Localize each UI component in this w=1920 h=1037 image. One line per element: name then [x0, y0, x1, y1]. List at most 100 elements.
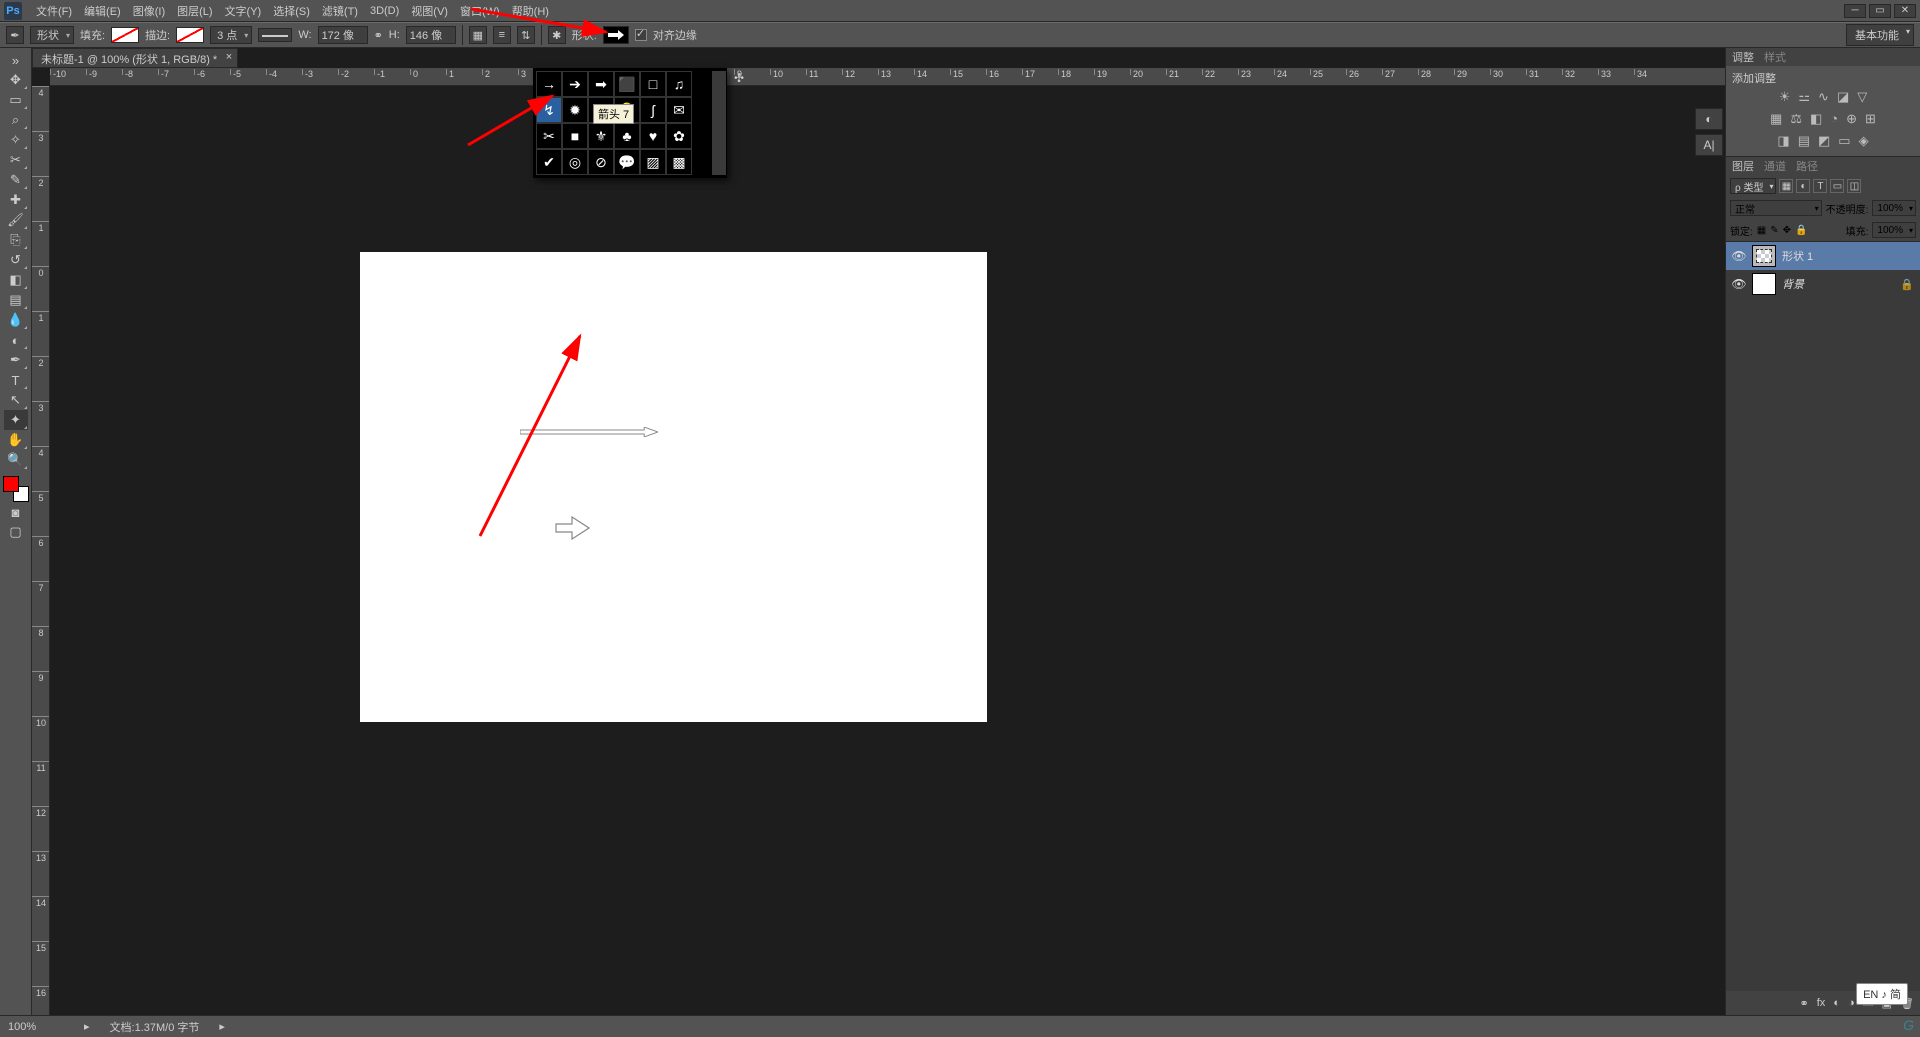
- link-wh-icon[interactable]: ⚭: [374, 29, 383, 42]
- path-ops-icon[interactable]: ▦: [469, 26, 487, 44]
- shape-picker-button[interactable]: [603, 26, 629, 44]
- filter-adjust-icon[interactable]: ◐: [1796, 179, 1810, 193]
- character-panel-icon[interactable]: A|: [1695, 134, 1723, 156]
- dodge-tool[interactable]: ◐: [4, 330, 28, 350]
- shape-fleur[interactable]: ⚜: [588, 123, 614, 149]
- shape-stripes[interactable]: ▨: [640, 149, 666, 175]
- visibility-toggle[interactable]: 👁: [1732, 249, 1746, 263]
- crop-tool[interactable]: ✂: [4, 150, 28, 170]
- colorbalance-icon[interactable]: ⚖: [1790, 111, 1802, 127]
- shape-checker[interactable]: ▩: [666, 149, 692, 175]
- type-tool[interactable]: T: [4, 370, 28, 390]
- gradientmap-icon[interactable]: ▭: [1838, 133, 1850, 149]
- levels-icon[interactable]: ⚍: [1798, 89, 1810, 105]
- custom-shape-tool[interactable]: ✦: [4, 410, 28, 430]
- filter-shape-icon[interactable]: ▭: [1830, 179, 1844, 193]
- shape-arrow-block[interactable]: ➡: [588, 71, 614, 97]
- filter-type-icon[interactable]: T: [1813, 179, 1827, 193]
- visibility-toggle[interactable]: 👁: [1732, 277, 1746, 291]
- opacity-field[interactable]: 100%: [1872, 200, 1916, 216]
- shape-arrow-thin[interactable]: →: [536, 71, 562, 97]
- layer-name[interactable]: 背景: [1782, 276, 1804, 292]
- tab-channels[interactable]: 通道: [1764, 158, 1786, 174]
- tab-layers[interactable]: 图层: [1732, 158, 1754, 174]
- workspace-switcher[interactable]: 基本功能: [1846, 24, 1914, 46]
- canvas-viewport[interactable]: [50, 86, 1725, 1015]
- shape-banner[interactable]: ⬛: [614, 71, 640, 97]
- mask-icon[interactable]: ◐: [1833, 997, 1840, 1009]
- link-layers-icon[interactable]: ⚭: [1800, 997, 1809, 1010]
- shape-heart[interactable]: ♥: [640, 123, 666, 149]
- menu-image[interactable]: 图像(I): [127, 1, 171, 21]
- ruler-vertical[interactable]: 4321012345678910111213141516: [32, 86, 50, 1015]
- shape-blob[interactable]: ✿: [666, 123, 692, 149]
- quickmask-icon[interactable]: ◙: [4, 502, 28, 522]
- menu-layer[interactable]: 图层(L): [171, 1, 218, 21]
- minimize-button[interactable]: ─: [1844, 4, 1866, 18]
- shape-scissors[interactable]: ✂: [536, 123, 562, 149]
- arrange-icon[interactable]: ⇅: [517, 26, 535, 44]
- adjustlayer-icon[interactable]: ◑: [1848, 997, 1855, 1009]
- shape-scrollbar[interactable]: [712, 71, 726, 175]
- shape-club[interactable]: ♣: [614, 123, 640, 149]
- shape-music-note[interactable]: ♫: [666, 71, 692, 97]
- move-tool[interactable]: ✥: [4, 70, 28, 90]
- shape-arrow-long[interactable]: [520, 424, 658, 434]
- tab-adjustments[interactable]: 调整: [1732, 49, 1754, 65]
- stroke-swatch[interactable]: [176, 27, 204, 43]
- history-panel-icon[interactable]: ◐: [1695, 108, 1723, 130]
- vibrance-icon[interactable]: ▽: [1857, 89, 1867, 105]
- shape-arrow-bold[interactable]: ➔: [562, 71, 588, 97]
- stroke-style-dropdown[interactable]: [258, 28, 292, 42]
- filter-pixel-icon[interactable]: ▦: [1779, 179, 1793, 193]
- marquee-tool[interactable]: ▭: [4, 90, 28, 110]
- gear-icon[interactable]: ✱: [548, 26, 566, 44]
- healing-brush-tool[interactable]: ✚: [4, 190, 28, 210]
- fx-icon[interactable]: fx: [1817, 997, 1826, 1009]
- zoom-dropdown-icon[interactable]: ▸: [84, 1020, 90, 1033]
- path-select-tool[interactable]: ↖: [4, 390, 28, 410]
- invert-icon[interactable]: ◨: [1777, 133, 1789, 149]
- lasso-tool[interactable]: ⌕: [4, 110, 28, 130]
- info-dropdown-icon[interactable]: ▸: [219, 1020, 225, 1033]
- layer-item-background[interactable]: 👁 背景 🔒: [1726, 270, 1920, 298]
- colorlookup-icon[interactable]: ⊞: [1865, 111, 1876, 127]
- lock-transparency-icon[interactable]: ▦: [1757, 225, 1766, 236]
- pen-tool[interactable]: ✒: [4, 350, 28, 370]
- shape-nosign[interactable]: ⊘: [588, 149, 614, 175]
- shape-target[interactable]: ◎: [562, 149, 588, 175]
- menu-filter[interactable]: 滤镜(T): [316, 1, 364, 21]
- curves-icon[interactable]: ∿: [1818, 89, 1829, 105]
- menu-select[interactable]: 选择(S): [267, 1, 316, 21]
- menu-help[interactable]: 帮助(H): [506, 1, 555, 21]
- channelmixer-icon[interactable]: ⊕: [1846, 111, 1857, 127]
- menu-3d[interactable]: 3D(D): [364, 3, 405, 19]
- align-icon[interactable]: ≡: [493, 26, 511, 44]
- layer-thumbnail[interactable]: [1752, 273, 1776, 295]
- zoom-tool[interactable]: 🔍: [4, 450, 28, 470]
- close-tab-icon[interactable]: ×: [226, 51, 232, 63]
- selectivecolor-icon[interactable]: ◈: [1859, 133, 1869, 149]
- tool-preset-icon[interactable]: ✒: [6, 26, 24, 44]
- bw-icon[interactable]: ◧: [1810, 111, 1822, 127]
- shape-arrow-7[interactable]: ↯: [536, 97, 562, 123]
- lock-all-icon[interactable]: 🔒: [1795, 225, 1807, 236]
- filter-smart-icon[interactable]: ◫: [1847, 179, 1861, 193]
- tab-paths[interactable]: 路径: [1796, 158, 1818, 174]
- eraser-tool[interactable]: ◧: [4, 270, 28, 290]
- menu-type[interactable]: 文字(Y): [219, 1, 268, 21]
- shape-hook[interactable]: ʃ: [640, 97, 666, 123]
- layer-thumbnail[interactable]: [1752, 245, 1776, 267]
- menu-edit[interactable]: 编辑(E): [78, 1, 127, 21]
- document-tab[interactable]: 未标题-1 @ 100% (形状 1, RGB/8) * ×: [32, 48, 238, 68]
- foreground-color[interactable]: [3, 476, 19, 492]
- menu-window[interactable]: 窗口(W): [454, 1, 506, 21]
- shape-envelope[interactable]: ✉: [666, 97, 692, 123]
- height-field[interactable]: 146 像: [406, 26, 456, 44]
- shape-mode-dropdown[interactable]: 形状: [30, 26, 74, 44]
- layer-filter-dropdown[interactable]: ρ 类型: [1730, 178, 1776, 194]
- doc-info[interactable]: 文档:1.37M/0 字节: [110, 1019, 200, 1035]
- posterize-icon[interactable]: ▤: [1798, 133, 1810, 149]
- shape-speech[interactable]: 💬: [614, 149, 640, 175]
- menu-file[interactable]: 文件(F): [30, 1, 78, 21]
